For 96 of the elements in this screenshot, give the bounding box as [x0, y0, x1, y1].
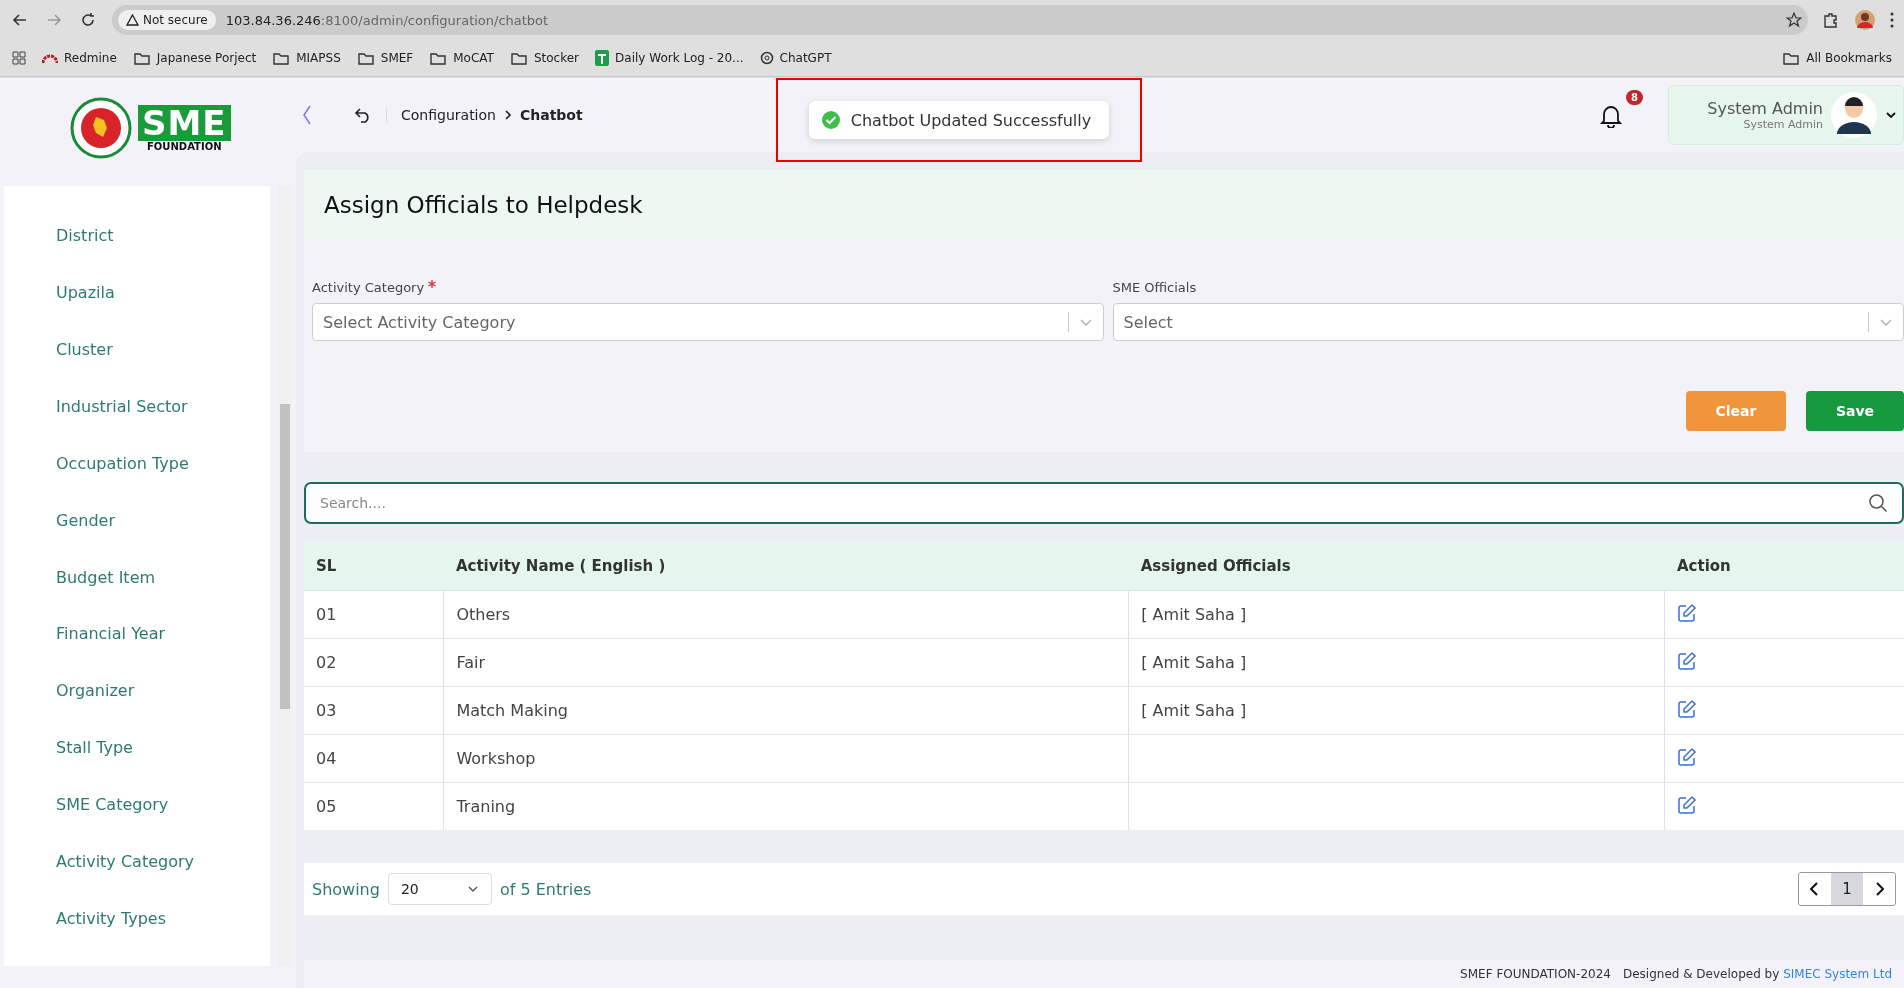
breadcrumb-item: Chatbot — [519, 107, 583, 123]
table-cell: Match Making — [456, 701, 568, 720]
table-cell: 01 — [316, 605, 337, 624]
edit-icon[interactable] — [1677, 650, 1698, 671]
avatar-icon — [1831, 92, 1877, 138]
chevron-down-icon — [1885, 111, 1897, 119]
folder-icon — [356, 50, 375, 66]
table-cell: Fair — [456, 653, 485, 672]
bookmark[interactable]: ChatGPT — [759, 51, 832, 65]
sidebar-item[interactable]: Gender — [4, 510, 270, 568]
table-cell: 02 — [316, 653, 337, 672]
table-cell: Traning — [456, 797, 516, 816]
scrollbar[interactable] — [278, 186, 292, 966]
edit-icon[interactable] — [1677, 794, 1698, 815]
column-header: Action — [1665, 542, 1904, 591]
breadcrumb-item[interactable]: Configuration — [401, 107, 496, 123]
emblem-icon — [70, 97, 132, 159]
sidebar-item[interactable]: Activity Category — [4, 852, 270, 910]
user-name: System Admin — [1707, 99, 1823, 118]
column-header: SL — [304, 542, 444, 591]
sidebar-item[interactable]: District — [4, 226, 270, 283]
table-cell: Workshop — [456, 749, 536, 768]
chevron-down-icon — [466, 885, 479, 893]
showing-label: Showing — [312, 879, 380, 899]
url-text: 103.84.36.246:8100/admin/configuration/chatbot — [225, 12, 549, 28]
sidebar-item[interactable]: Cluster — [4, 339, 270, 397]
address-bar[interactable]: Not secure 103.84.36.246:8100/admin/configuration/chatbot — [112, 5, 1808, 35]
notification-badge: 8 — [1626, 90, 1643, 105]
sidebar-item[interactable]: Activity Types — [4, 909, 270, 966]
sidebar-item[interactable]: Upazila — [4, 282, 270, 340]
table-cell: [ Amit Saha ] — [1141, 653, 1247, 672]
sidebar-item[interactable]: Industrial Sector — [4, 396, 270, 454]
folder-icon — [272, 50, 291, 66]
folder-icon — [132, 50, 151, 66]
extensions-icon[interactable] — [1822, 11, 1840, 29]
bookmark[interactable]: MoCAT — [429, 50, 494, 66]
bookmark[interactable]: MIAPSS — [272, 50, 341, 66]
user-role: System Admin — [1743, 118, 1823, 131]
sidebar-item[interactable]: Financial Year — [4, 624, 270, 682]
sidebar-item[interactable]: Budget Item — [4, 567, 270, 625]
search-icon — [1868, 493, 1888, 513]
sidebar-item[interactable]: Organizer — [4, 681, 270, 739]
page-size-select[interactable]: 20 — [387, 873, 492, 905]
menu-icon[interactable] — [1890, 12, 1894, 28]
sidebar-item[interactable]: SME Category — [4, 795, 270, 853]
bookmark[interactable]: Redmine — [42, 51, 117, 65]
security-chip[interactable]: Not secure — [118, 10, 216, 30]
search-field[interactable]: Search.... — [304, 482, 1904, 524]
page-button[interactable]: 1 — [1831, 873, 1863, 905]
page-title: Assign Officials to Helpdesk — [304, 170, 1904, 240]
edit-icon[interactable] — [1677, 698, 1698, 719]
table-cell: 05 — [316, 797, 337, 816]
check-icon — [820, 110, 841, 130]
bookmark[interactable]: SMEF — [356, 50, 414, 66]
all-bookmarks[interactable]: All Bookmarks — [1782, 50, 1892, 66]
user-menu[interactable]: System Admin System Admin — [1668, 85, 1904, 145]
chatgpt-icon — [759, 51, 774, 65]
company-link[interactable]: SIMEC System Ltd — [1783, 967, 1892, 981]
chevron-icon — [503, 109, 512, 121]
profile-icon[interactable] — [1854, 9, 1876, 31]
apps-icon[interactable] — [12, 51, 26, 65]
toast-message: Chatbot Updated Successfully — [850, 110, 1092, 130]
table-cell: 04 — [316, 749, 337, 768]
field-label: Activity Category — [312, 280, 425, 295]
star-icon[interactable] — [1786, 12, 1802, 28]
table-cell: 03 — [316, 701, 337, 720]
sidebar-item[interactable]: Occupation Type — [4, 453, 270, 511]
warning-icon — [126, 14, 139, 26]
bookmark[interactable]: Daily Work Log - 20... — [595, 50, 744, 66]
copyright-text: SMEF FOUNDATION-2024 — [1460, 967, 1611, 981]
select-field[interactable]: Select — [1112, 303, 1904, 341]
column-header: Activity Name ( English ) — [443, 542, 1129, 591]
chevron-down-icon — [1880, 318, 1892, 326]
field-label: SME Officials — [1112, 280, 1197, 295]
folder-icon — [509, 50, 528, 66]
undo-icon[interactable] — [354, 107, 372, 123]
folder-icon — [1782, 50, 1801, 66]
entries-label: of 5 Entries — [499, 879, 592, 899]
bookmark[interactable]: Japanese Porject — [132, 50, 257, 66]
sheet-icon — [595, 50, 610, 66]
redmine-icon — [42, 52, 58, 64]
edit-icon[interactable] — [1677, 602, 1698, 623]
sidebar-item[interactable]: Stall Type — [4, 738, 270, 796]
select-field[interactable]: Select Activity Category — [312, 303, 1104, 341]
save-button[interactable]: Save — [1806, 391, 1904, 431]
folder-icon — [429, 50, 448, 66]
chevron-down-icon — [1079, 318, 1092, 326]
edit-icon[interactable] — [1677, 746, 1698, 767]
bookmark[interactable]: Stocker — [509, 50, 580, 66]
table-cell: [ Amit Saha ] — [1141, 605, 1247, 624]
credit-text: Designed & Developed by — [1622, 967, 1780, 981]
table-cell: Others — [456, 605, 511, 624]
column-header: Assigned Officials — [1128, 542, 1665, 591]
collapse-icon[interactable] — [302, 104, 312, 126]
table-cell: [ Amit Saha ] — [1141, 701, 1247, 720]
sme-logo: SME FOUNDATION — [138, 104, 231, 152]
